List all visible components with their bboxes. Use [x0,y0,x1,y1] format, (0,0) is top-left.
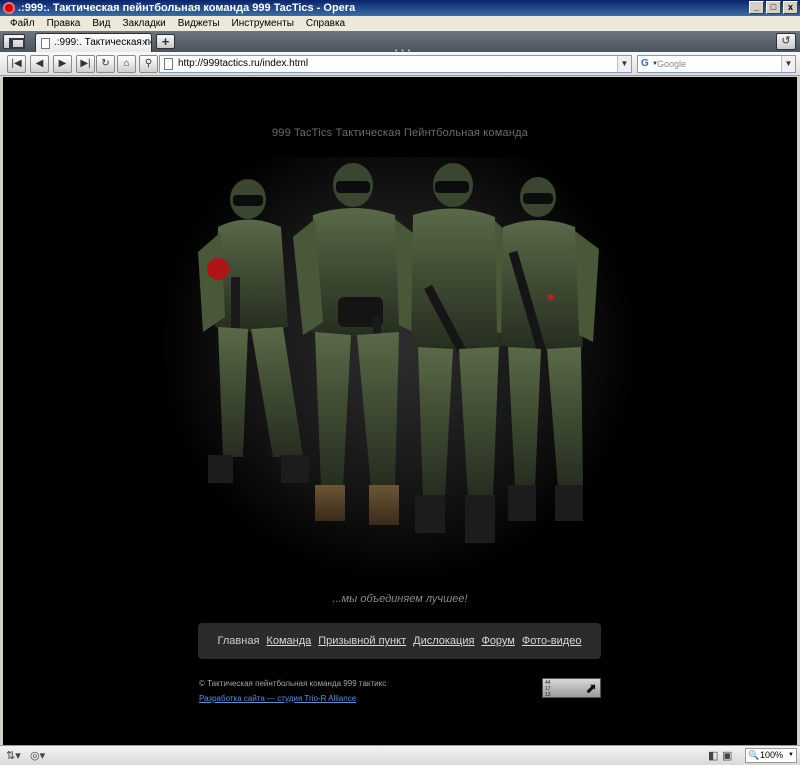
chevron-down-icon[interactable]: ▼ [781,56,795,72]
home-icon[interactable]: ⌂ [117,55,136,73]
turbo-icon[interactable]: ◎▾ [30,749,45,762]
page-icon [164,58,173,70]
chevron-down-icon[interactable]: ▼ [788,749,794,762]
soldier-figure [501,177,599,521]
arrow-icon: ⬈ [585,680,597,696]
tab-bar: .:999:. Тактическая пе... × + • • • ↺ [0,31,800,55]
soldier-figure [411,163,515,543]
menu-widgets[interactable]: Виджеты [172,16,226,31]
back-icon[interactable]: ◀ [30,55,49,73]
network-icon[interactable]: ⇅▾ [6,749,21,762]
visit-counter-badge[interactable]: 44 17 13 ⬈ [542,678,601,698]
site-nav: Главная Команда Призывной пункт Дислокац… [198,623,601,659]
magnifier-icon: 🔍 [748,750,760,760]
panel-toggle-button[interactable] [3,34,25,49]
address-url: http://999tactics.ru/index.html [178,58,309,69]
panel-icon[interactable]: ◧ [708,749,718,762]
zoom-level: 100% [760,750,784,760]
opera-logo-icon [3,2,15,14]
fast-forward-icon[interactable]: ▶| [76,55,95,73]
menu-help[interactable]: Справка [300,16,351,31]
search-placeholder: Google [657,59,687,69]
menu-tools[interactable]: Инструменты [226,16,300,31]
search-input[interactable]: G ▼ Google ▼ [637,55,796,73]
closed-tabs-icon[interactable]: ↺ [776,33,796,50]
nav-link-photo-video[interactable]: Фото-видео [522,635,582,647]
address-field[interactable]: http://999tactics.ru/index.html ▼ [159,55,632,73]
new-tab-button[interactable]: + [156,34,175,49]
window-titlebar[interactable]: .:999:. Тактическая пейнтбольная команда… [0,0,800,16]
developer-link[interactable]: Разработка сайта — студия Trio-R Allianc… [199,694,356,703]
chevron-down-icon[interactable]: ▼ [617,56,631,72]
wand-icon[interactable]: ⚲ [139,55,158,73]
nav-link-location[interactable]: Дислокация [413,635,474,647]
status-bar: ⇅▾ ◎▾ ◧ ▣ 🔍 100% ▼ [0,745,800,765]
nav-link-recruitment[interactable]: Призывной пункт [318,635,406,647]
nav-link-home[interactable]: Главная [218,635,260,647]
tab-active[interactable]: .:999:. Тактическая пе... × [35,33,152,52]
page-icon [41,38,50,49]
menu-bookmarks[interactable]: Закладки [116,16,171,31]
close-button[interactable]: x [783,1,798,14]
team-photo [163,157,633,577]
menu-view[interactable]: Вид [86,16,116,31]
counter-text: 44 17 13 [545,680,551,698]
zoom-control[interactable]: 🔍 100% ▼ [745,748,797,763]
tab-close-icon[interactable]: × [142,34,148,52]
site-slogan: ...мы объединяем лучшее! [332,593,468,605]
menu-edit[interactable]: Правка [41,16,87,31]
image-toggle-icon[interactable]: ▣ [722,749,732,762]
copyright-text: © Тактическая пейнтбольная команда 999 т… [199,679,387,688]
nav-link-team[interactable]: Команда [266,635,311,647]
rewind-icon[interactable]: |◀ [7,55,26,73]
soldier-figure [198,179,309,483]
forward-icon[interactable]: ▶ [53,55,72,73]
tab-title: .:999:. Тактическая пе... [54,37,151,48]
site-title: 999 TacTics Тактическая Пейнтбольная ком… [271,127,529,139]
navigation-bar: |◀ ◀ ▶ ▶| ↻ ⌂ ⚲ http://999tactics.ru/ind… [0,52,800,76]
menu-file[interactable]: Файл [4,16,41,31]
window-title: .:999:. Тактическая пейнтбольная команда… [18,2,356,14]
soldier-figure [293,163,418,525]
page-viewport[interactable]: 999 TacTics Тактическая Пейнтбольная ком… [3,77,797,745]
maximize-button[interactable]: □ [766,1,781,14]
minimize-button[interactable]: _ [749,1,764,14]
nav-link-forum[interactable]: Форум [481,635,514,647]
menu-bar: Файл Правка Вид Закладки Виджеты Инструм… [0,16,800,31]
reload-icon[interactable]: ↻ [96,55,115,73]
chevron-down-icon[interactable]: ▼ [652,56,658,72]
